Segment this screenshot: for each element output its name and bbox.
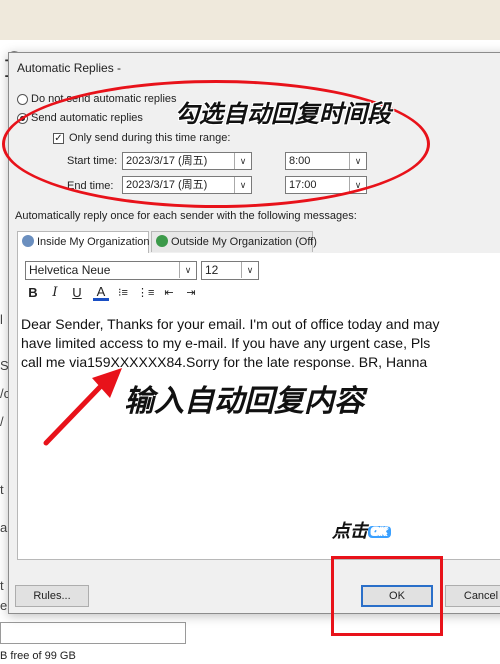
annotation-enter-reply-content: 输入自动回复内容 (124, 385, 364, 418)
annotation-click-prefix: 点击 (332, 521, 368, 541)
annotation-ok-highlight (331, 556, 443, 636)
annotation-ok-badge: OK (368, 526, 391, 538)
annotation-click-ok: 点击 OK (332, 517, 391, 543)
